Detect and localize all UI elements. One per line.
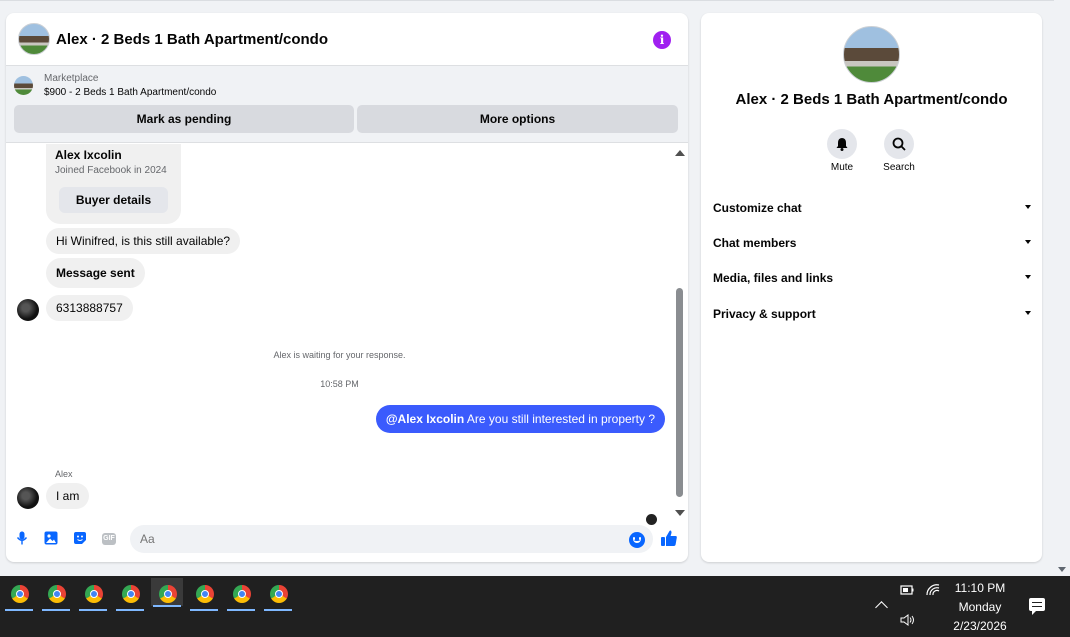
taskbar-app-chrome[interactable] [262,582,294,611]
running-indicator [5,609,33,611]
taskbar-app-chrome[interactable] [225,582,257,611]
chat-members-section[interactable]: Chat members [713,236,1031,256]
mark-as-pending-button[interactable]: Mark as pending [14,105,354,133]
taskbar-app-chrome[interactable] [114,582,146,611]
taskbar: 11:10 PM Monday 2/23/2026 [0,576,1070,637]
search-icon[interactable] [884,129,914,159]
gif-icon[interactable]: GIF [102,533,116,545]
chevron-down-icon [1025,205,1031,209]
section-label: Media, files and links [713,271,834,285]
scroll-down-arrow[interactable] [675,510,685,516]
chrome-icon [233,585,251,603]
running-indicator [116,609,144,611]
section-label: Customize chat [713,201,802,215]
scroll-down-arrow[interactable] [1058,567,1066,572]
info-title: Alex · 2 Beds 1 Bath Apartment/condo [735,91,1008,108]
page-scrollbar[interactable] [1054,0,1070,576]
sender-label: Alex [55,469,73,479]
chat-panel: Alex · 2 Beds 1 Bath Apartment/condo i M… [6,13,688,562]
listing-thumbnail[interactable] [14,76,33,95]
notification-icon-lines [1032,602,1042,607]
chrome-icon [159,585,177,603]
message-bubble[interactable]: I am [46,483,90,509]
chrome-icon [196,585,214,603]
chrome-icon [270,585,288,603]
bell-icon[interactable] [827,129,857,159]
taskbar-app-chrome[interactable] [188,582,220,611]
taskbar-app-chrome[interactable] [40,582,72,611]
clock-date: 2/23/2026 [953,619,1007,633]
chrome-icon [11,585,29,603]
system-clock[interactable]: 11:10 PM Monday 2/23/2026 [940,579,1020,636]
clock-day: Monday [958,600,1002,614]
sender-avatar[interactable] [17,299,39,321]
photo-icon[interactable] [44,531,58,545]
message-input[interactable] [130,525,653,553]
message-list: Alex Ixcolin Joined Facebook in 2024 Buy… [6,144,688,525]
wifi-icon[interactable] [925,583,941,600]
info-avatar[interactable] [843,26,900,83]
listing-title[interactable]: $900 - 2 Beds 1 Bath Apartment/condo [44,87,216,98]
volume-icon[interactable] [899,613,917,630]
message-bubble[interactable]: Message sent [46,258,145,288]
chevron-down-icon [1025,275,1031,279]
privacy-support-section[interactable]: Privacy & support [713,307,1031,327]
marketplace-listing-bar: Marketplace $900 - 2 Beds 1 Bath Apartme… [6,66,688,143]
buyer-card: Alex Ixcolin Joined Facebook in 2024 Buy… [46,144,181,224]
running-indicator [79,609,107,611]
scroll-thumb[interactable] [676,288,683,497]
microphone-icon[interactable] [15,531,29,545]
chat-avatar[interactable] [18,23,50,55]
sticker-icon[interactable] [73,531,87,545]
chrome-icon [48,585,66,603]
message-bubble[interactable]: 6313888757 [46,295,133,321]
marketplace-label: Marketplace [44,73,99,84]
thumbs-up-icon[interactable] [660,529,678,552]
chat-header: Alex · 2 Beds 1 Bath Apartment/condo i [6,13,688,66]
section-label: Privacy & support [713,307,816,321]
tray-chevron-up-icon[interactable] [875,601,888,614]
taskbar-app-chrome-active[interactable] [151,578,183,607]
chat-title[interactable]: Alex · 2 Beds 1 Bath Apartment/condo [56,31,328,48]
taskbar-app-chrome[interactable] [77,582,109,611]
taskbar-app-chrome[interactable] [3,582,35,611]
chevron-down-icon [1025,240,1031,244]
message-scrollbar[interactable] [674,144,686,516]
info-panel: Alex · 2 Beds 1 Bath Apartment/condo Mut… [701,13,1042,562]
running-indicator [227,609,255,611]
outgoing-message[interactable]: @Alex Ixcolin Are you still interested i… [375,405,665,433]
running-indicator [42,609,70,611]
section-label: Chat members [713,236,797,250]
mute-label: Mute [830,162,854,173]
outgoing-text: Are you still interested in property ? [464,412,655,426]
chrome-icon [85,585,103,603]
sender-avatar[interactable] [17,487,39,509]
clock-time: 11:10 PM [954,581,1006,595]
scroll-up-arrow[interactable] [675,150,685,156]
mention[interactable]: @Alex Ixcolin [386,412,464,426]
running-indicator [264,609,292,611]
chevron-down-icon [1025,311,1031,315]
customize-chat-section[interactable]: Customize chat [713,201,1031,221]
timestamp: 10:58 PM [320,379,359,389]
search-label: Search [883,162,915,173]
running-indicator [153,605,181,607]
buyer-joined: Joined Facebook in 2024 [55,165,167,176]
battery-icon[interactable] [899,583,915,600]
info-icon[interactable]: i [653,31,671,49]
composer: GIF [6,521,688,557]
chrome-icon [122,585,140,603]
buyer-name: Alex Ixcolin [55,148,122,162]
more-options-button[interactable]: More options [357,105,678,133]
running-indicator [190,609,218,611]
waiting-status: Alex is waiting for your response. [273,350,406,360]
media-files-links-section[interactable]: Media, files and links [713,271,1031,291]
buyer-details-button[interactable]: Buyer details [59,187,168,213]
message-bubble[interactable]: Hi Winifred, is this still available? [46,228,241,254]
